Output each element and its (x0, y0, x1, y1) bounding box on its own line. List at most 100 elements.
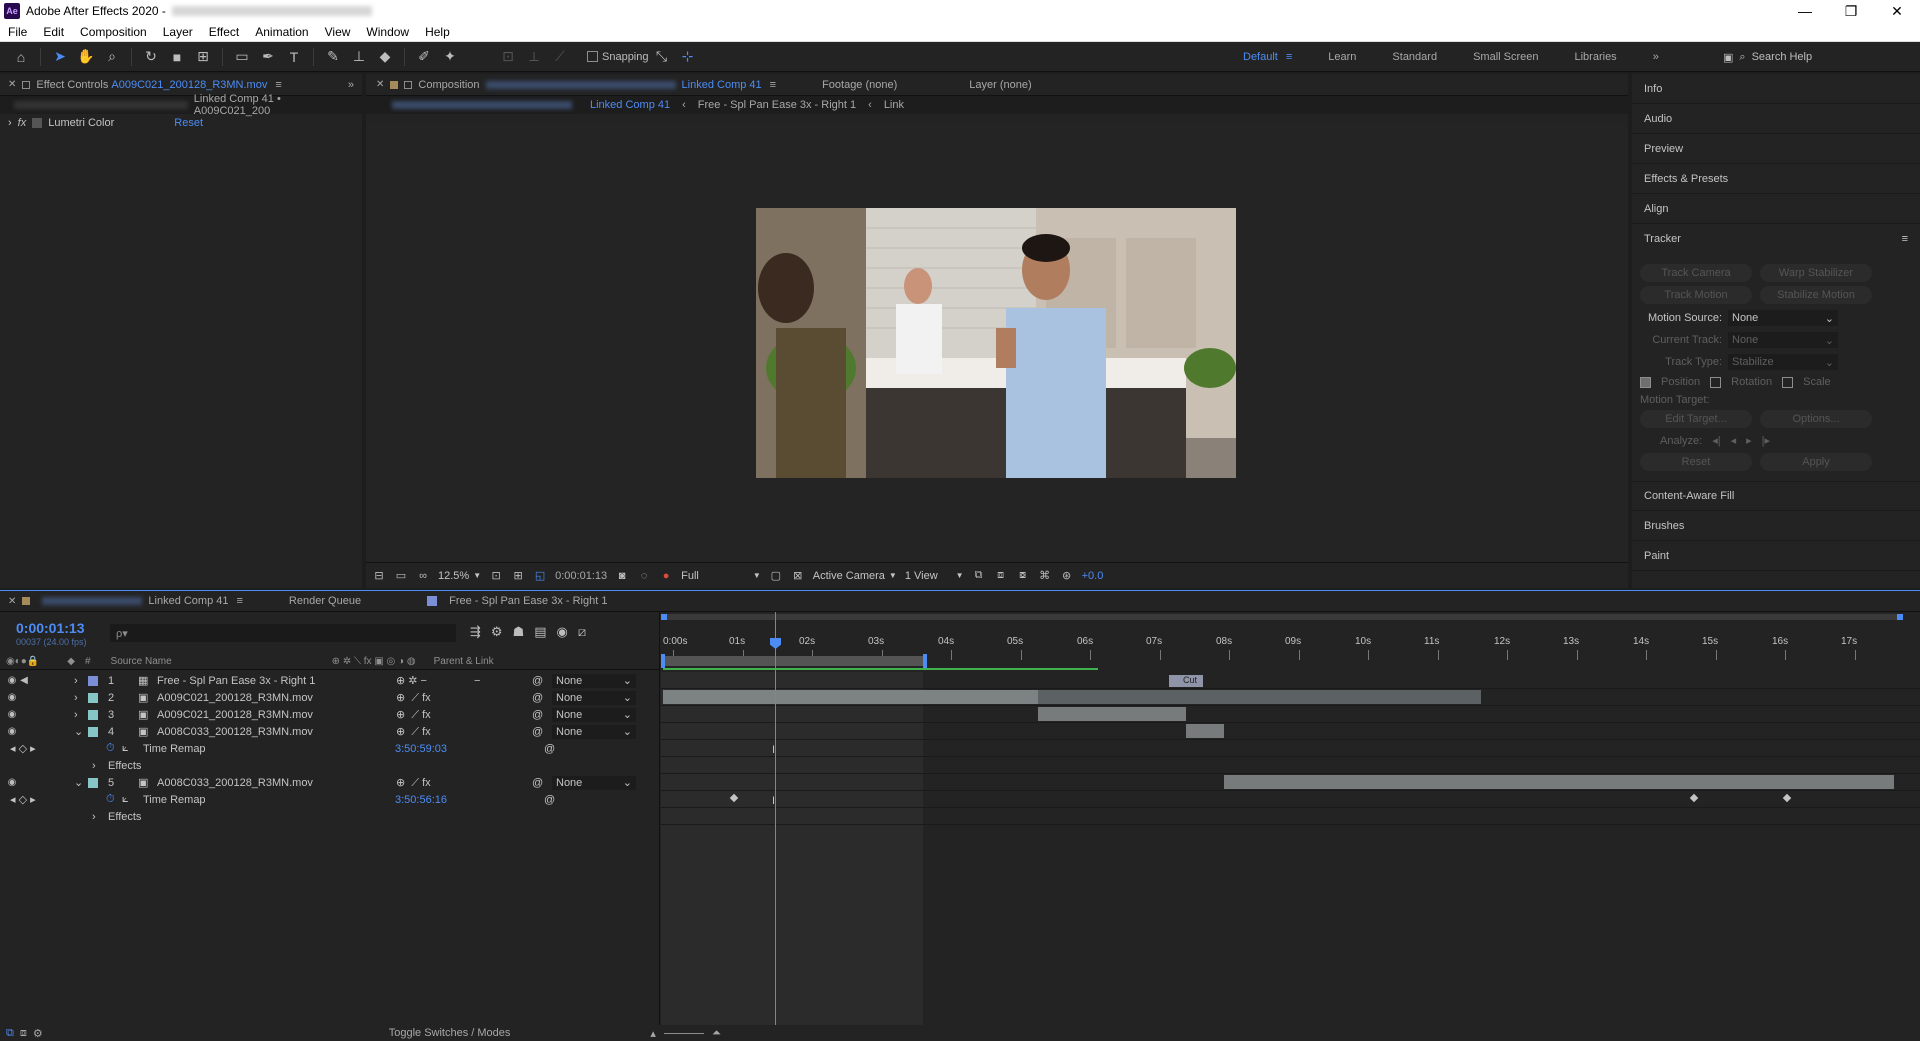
track-motion-button[interactable]: Track Motion (1640, 286, 1752, 304)
workspace-standard[interactable]: Standard (1392, 51, 1437, 63)
stopwatch-icon[interactable]: ⏱ (106, 742, 115, 755)
parent-link-header[interactable]: Parent & Link (434, 656, 494, 667)
scale-checkbox[interactable] (1782, 376, 1794, 388)
layer-switch-icons[interactable]: ⊕ ✲ − (396, 674, 427, 687)
toggle-pixel-aspect-icon[interactable]: ⧉ (972, 569, 986, 583)
edit-target-button[interactable]: Edit Target... (1640, 410, 1752, 428)
menu-help[interactable]: Help (417, 25, 458, 39)
eye-icon[interactable]: ◉ (6, 777, 18, 788)
keyframe-navigator-icon[interactable]: ◂ ◇ ▸ (10, 793, 36, 806)
pick-whip-icon[interactable]: @ (544, 794, 555, 806)
brush-tool-icon[interactable]: ✎ (322, 46, 344, 68)
workspace-menu-icon[interactable]: ≡ (1286, 51, 1292, 63)
table-row[interactable]: ◉ › 3 ▣ A009C021_200128_R3MN.mov ⊕ ⟋ fx … (0, 706, 660, 723)
collapse-chevron-icon[interactable]: ⌄ (74, 725, 83, 738)
current-track-select[interactable]: None ⌄ (1728, 332, 1838, 348)
zoom-tool-icon[interactable]: ⌕ (101, 46, 123, 68)
tab-footage[interactable]: Footage (none) (814, 79, 905, 91)
eye-icon[interactable]: ◉ (6, 709, 18, 720)
eye-icon[interactable]: ◉ (6, 692, 18, 703)
comp-flowchart-icon[interactable]: ⇶ (470, 624, 481, 640)
composition-viewer[interactable] (366, 122, 1628, 562)
axis-local-icon[interactable]: ⊡ (497, 46, 519, 68)
tab-layer[interactable]: Layer (none) (961, 79, 1039, 91)
work-area-bar[interactable] (663, 656, 923, 666)
audio-icon[interactable]: ◀ (18, 675, 30, 686)
workspace-toggle-icon[interactable]: ▣ (1723, 51, 1733, 64)
home-icon[interactable]: ⌂ (10, 46, 32, 68)
frame-blending-icon[interactable]: ▤ (534, 624, 546, 640)
pick-whip-icon[interactable]: @ (532, 692, 543, 704)
show-snapshot-icon[interactable]: ◌ (637, 569, 651, 583)
analyze-forward-icon[interactable]: ▸ (1746, 434, 1752, 447)
resolution-dropdown[interactable]: Full ▼ (681, 570, 761, 582)
layer-bar-4[interactable] (1186, 724, 1224, 738)
camera-dropdown[interactable]: Active Camera ▼ (813, 570, 897, 582)
hand-tool-icon[interactable]: ✋ (75, 46, 97, 68)
eye-icon[interactable]: ◉ (6, 675, 18, 686)
zoom-in-icon[interactable]: ⏶ (712, 1027, 721, 1040)
grid-icon[interactable]: ⊞ (511, 569, 525, 583)
timeline-icon[interactable]: ⧇ (1016, 569, 1030, 583)
fx-icon[interactable]: fx (18, 117, 27, 129)
reset-exposure-icon[interactable]: ⊛ (1060, 569, 1074, 583)
warp-stabilizer-button[interactable]: Warp Stabilizer (1760, 264, 1872, 282)
layer-switch-icons[interactable]: ⊕ ⟋ fx (396, 708, 431, 722)
graph-editor-icon[interactable]: ⧄ (578, 624, 586, 640)
tab-preset-comp[interactable]: Free - Spl Pan Ease 3x - Right 1 (419, 595, 615, 607)
pick-whip-icon[interactable]: @ (532, 777, 543, 789)
eye-icon[interactable]: ◉ (6, 726, 18, 737)
time-ruler[interactable]: 0:00s 01s 02s 03s 04s 05s 06s 07s 08s 09… (661, 624, 1920, 660)
layer-marker-cut[interactable]: Cut (1169, 675, 1203, 687)
snapping-toggle[interactable]: Snapping (587, 51, 649, 63)
time-remap-value[interactable]: 3:50:59:03 (395, 743, 447, 755)
tab-timeline-comp[interactable]: ✕ Linked Comp 41 ≡ (0, 595, 251, 607)
work-area-start-handle[interactable] (661, 654, 665, 668)
property-row-effects[interactable]: › Effects (0, 808, 660, 825)
layer-label-color[interactable] (88, 726, 98, 737)
parent-select[interactable]: None ⌄ (552, 673, 636, 688)
expand-chevron-icon[interactable]: › (8, 117, 12, 129)
layer-label-color[interactable] (88, 709, 98, 720)
graph-icon[interactable]: ⟀ (122, 793, 129, 806)
table-row[interactable]: ◉ ⌄ 4 ▣ A008C033_200128_R3MN.mov ⊕ ⟋ fx … (0, 723, 660, 740)
keyframe-marker[interactable] (1782, 793, 1792, 803)
exposure-value[interactable]: +0.0 (1082, 570, 1104, 582)
flowchart-icon[interactable]: ⌘ (1038, 569, 1052, 583)
close-tab-icon[interactable]: ✕ (8, 596, 16, 607)
pan-behind-tool-icon[interactable]: ⊞ (192, 46, 214, 68)
current-time-display[interactable]: 0:00:01:13 (555, 570, 607, 582)
selection-tool-icon[interactable]: ➤ (49, 46, 71, 68)
roto-brush-tool-icon[interactable]: ✐ (413, 46, 435, 68)
expand-chevron-icon[interactable]: › (74, 709, 78, 721)
draft-3d-icon[interactable]: ⚙ (491, 624, 503, 640)
fit-frame-icon[interactable]: ⊡ (489, 569, 503, 583)
motion-source-select[interactable]: None ⌄ (1728, 310, 1838, 326)
panel-menu-icon[interactable]: ≡ (237, 595, 243, 607)
search-help-input[interactable]: Search Help (1752, 51, 1813, 63)
rotate-tool-icon[interactable]: ↻ (140, 46, 162, 68)
time-navigator[interactable] (663, 614, 1903, 620)
panel-audio[interactable]: Audio (1632, 104, 1920, 134)
analyze-back-icon[interactable]: ◂ (1731, 434, 1737, 447)
flow-item-preset[interactable]: Free - Spl Pan Ease 3x - Right 1 (698, 99, 856, 111)
layer-search-input[interactable]: ρ▾ (110, 624, 456, 642)
stopwatch-icon[interactable]: ⏱ (106, 793, 115, 806)
property-row-effects[interactable]: › Effects (0, 757, 660, 774)
minimize-button[interactable]: — (1782, 3, 1828, 20)
layer-bar-2-tail[interactable] (1038, 690, 1481, 704)
work-area-end-handle[interactable] (923, 654, 927, 668)
tab-render-queue[interactable]: Render Queue (281, 595, 369, 607)
keyframe-navigator-icon[interactable]: ◂ ◇ ▸ (10, 742, 36, 755)
fast-previews-icon[interactable]: ⧈ (994, 569, 1008, 583)
layer-label-color[interactable] (88, 692, 98, 703)
workspace-libraries[interactable]: Libraries (1575, 51, 1617, 63)
menu-edit[interactable]: Edit (35, 25, 72, 39)
search-help[interactable]: ▣ ⌕ Search Help (1723, 46, 1913, 68)
comp-mini-flowchart-icon[interactable]: ⧉ (6, 1027, 14, 1040)
axis-world-icon[interactable]: ⟂ (523, 46, 545, 68)
pick-whip-icon[interactable]: @ (532, 726, 543, 738)
layer-name[interactable]: A009C021_200128_R3MN.mov (157, 709, 313, 721)
menu-file[interactable]: File (0, 25, 35, 39)
parent-select[interactable]: None ⌄ (552, 775, 636, 790)
